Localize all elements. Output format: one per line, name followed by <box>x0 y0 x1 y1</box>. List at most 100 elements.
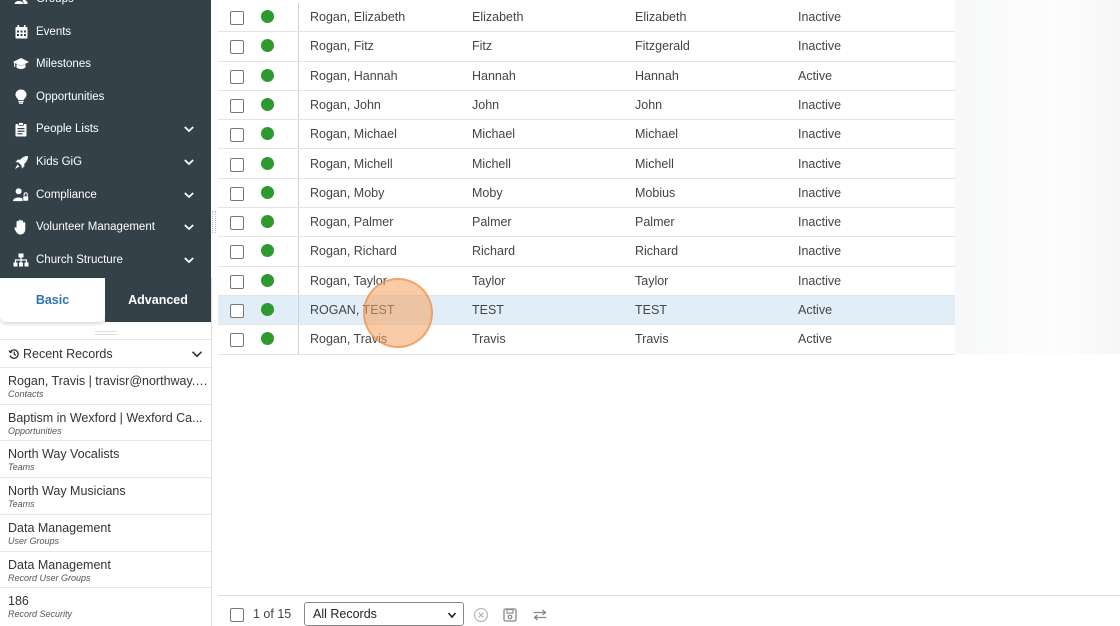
table-row[interactable]: Rogan, John John John Inactive <box>218 90 955 121</box>
table-row[interactable]: Rogan, Hannah Hannah Hannah Active <box>218 61 955 91</box>
cell-display[interactable]: Rogan, Moby <box>310 186 384 200</box>
sidebar-divider <box>211 278 212 626</box>
view-select[interactable]: All Records <box>304 602 464 626</box>
table-row[interactable]: Rogan, Michell Michell Michell Inactive <box>218 149 955 179</box>
table-row[interactable]: ROGAN, TEST TEST TEST Active <box>218 296 955 326</box>
chevron-down-icon[interactable] <box>183 189 195 201</box>
recent-record-item[interactable]: Baptism in Wexford | Wexford Ca... Opport… <box>0 403 211 441</box>
clear-filter-icon[interactable] <box>473 607 489 623</box>
status-indicator-icon <box>261 215 274 229</box>
recent-record-item[interactable]: Rogan, Travis | travisr@northway.o... Con… <box>0 367 211 404</box>
sidebar-splitter[interactable] <box>212 211 216 233</box>
cell-nickname: Michell <box>635 156 674 171</box>
column-divider <box>298 120 299 149</box>
sidebar-item-label: Church Structure <box>36 253 123 266</box>
table-row[interactable]: Rogan, Richard Richard Richard Inactive <box>218 237 955 267</box>
recent-record-name[interactable]: Data Management <box>8 521 208 535</box>
row-checkbox[interactable] <box>230 157 244 172</box>
cell-nickname: Fitzgerald <box>635 39 690 54</box>
row-checkbox[interactable] <box>230 11 244 25</box>
table-row[interactable]: Rogan, Michael Michael Michael Inactive <box>218 120 955 150</box>
cell-status: Inactive <box>798 273 842 288</box>
tab-advanced[interactable]: Advanced <box>105 278 211 322</box>
recent-record-name[interactable]: Rogan, Travis | travisr@northway.o... <box>8 374 208 388</box>
cell-display[interactable]: Rogan, Fitz <box>310 39 374 53</box>
recent-record-name[interactable]: Data Management <box>8 558 208 572</box>
sidebar-tabs: Basic Advanced <box>0 278 211 322</box>
table-row[interactable]: Rogan, Taylor Taylor Taylor Inactive <box>218 266 955 296</box>
cell-display[interactable]: Rogan, Richard <box>310 244 397 258</box>
table-row[interactable]: Rogan, Travis Travis Travis Active <box>218 325 955 355</box>
chevron-down-icon[interactable] <box>191 348 203 360</box>
row-checkbox[interactable] <box>230 40 244 55</box>
sidebar-item-church-structure[interactable]: Church Structure <box>0 244 211 276</box>
cell-status: Active <box>798 332 833 347</box>
panel-resize-handle[interactable] <box>95 331 117 335</box>
cell-status: Inactive <box>798 185 842 200</box>
cell-nickname: John <box>635 97 663 112</box>
sidebar-item-opportunities[interactable]: Opportunities <box>0 81 211 113</box>
cell-display[interactable]: Rogan, Michael <box>310 127 397 141</box>
chevron-down-icon[interactable] <box>183 254 195 266</box>
sidebar-item-people-lists[interactable]: People Lists <box>0 113 211 145</box>
cell-display[interactable]: Rogan, Hannah <box>310 69 398 83</box>
column-divider <box>298 178 299 208</box>
recent-record-item[interactable]: 186 Record Security <box>0 587 211 624</box>
tab-basic[interactable]: Basic <box>0 278 105 322</box>
row-checkbox[interactable] <box>230 274 244 289</box>
row-checkbox[interactable] <box>230 69 244 84</box>
recent-record-name[interactable]: 186 <box>8 594 208 608</box>
recent-record-item[interactable]: North Way Musicians Teams <box>0 477 211 514</box>
column-divider <box>298 266 299 295</box>
chevron-down-icon[interactable] <box>183 221 195 233</box>
sidebar-item-label: Events <box>36 25 72 38</box>
cell-display[interactable]: Rogan, John <box>310 98 381 112</box>
row-checkbox[interactable] <box>230 128 244 143</box>
sidebar-item-kids-gig[interactable]: Kids GiG <box>0 146 211 178</box>
row-checkbox[interactable] <box>230 186 244 201</box>
sidebar-item-milestones[interactable]: Milestones <box>0 48 211 80</box>
cell-display[interactable]: Rogan, Elizabeth <box>310 10 405 24</box>
calendar-icon <box>13 24 29 40</box>
recent-record-item[interactable]: Data Management User Groups <box>0 513 211 551</box>
recent-records-header[interactable]: Recent Records <box>0 339 211 367</box>
recent-record-name[interactable]: Baptism in Wexford | Wexford Ca... <box>8 411 208 425</box>
cell-first: Elizabeth <box>472 10 524 24</box>
table-row[interactable]: Rogan, Palmer Palmer Palmer Inactive <box>218 208 955 238</box>
cell-display[interactable]: Rogan, Palmer <box>310 215 393 229</box>
recent-record-type: Record User Groups <box>8 572 91 583</box>
cell-display[interactable]: Rogan, Michell <box>310 157 393 171</box>
save-icon[interactable] <box>502 607 518 623</box>
cell-status: Active <box>798 303 833 317</box>
transfer-arrows-icon[interactable] <box>532 607 548 623</box>
row-checkbox[interactable] <box>230 216 244 231</box>
cell-status: Inactive <box>798 127 842 142</box>
cell-first: John <box>472 97 500 112</box>
status-indicator-icon <box>261 97 274 111</box>
select-all-checkbox[interactable] <box>230 608 244 622</box>
chevron-down-icon[interactable] <box>183 123 195 135</box>
click-indicator <box>363 278 433 348</box>
sidebar-item-groups[interactable]: Groups <box>0 0 211 15</box>
sidebar-item-events[interactable]: Events <box>0 16 211 48</box>
recent-record-name[interactable]: North Way Musicians <box>8 484 208 498</box>
table-row[interactable]: Rogan, Fitz Fitz Fitzgerald Inactive <box>218 32 955 62</box>
chevron-down-icon[interactable] <box>183 156 195 168</box>
recent-record-name[interactable]: North Way Vocalists <box>8 447 208 461</box>
row-checkbox[interactable] <box>230 304 244 318</box>
rocket-icon <box>13 154 29 170</box>
row-checkbox[interactable] <box>230 333 244 348</box>
table-row[interactable]: Rogan, Moby Moby Mobius Inactive <box>218 178 955 209</box>
sidebar-item-volunteer-management[interactable]: Volunteer Management <box>0 211 211 243</box>
column-divider <box>298 237 299 266</box>
recent-record-item[interactable]: North Way Vocalists Teams <box>0 440 211 477</box>
cell-status: Inactive <box>798 97 842 112</box>
cell-first: Michael <box>472 127 516 142</box>
sidebar-item-compliance[interactable]: Compliance <box>0 179 211 211</box>
table-row[interactable]: Rogan, Elizabeth Elizabeth Elizabeth Inacti… <box>218 3 955 33</box>
recent-record-item[interactable]: Data Management Record User Groups <box>0 550 211 588</box>
record-count: 1 of 15 <box>253 607 292 621</box>
row-checkbox[interactable] <box>230 245 244 260</box>
status-indicator-icon <box>261 127 274 141</box>
row-checkbox[interactable] <box>230 98 244 113</box>
